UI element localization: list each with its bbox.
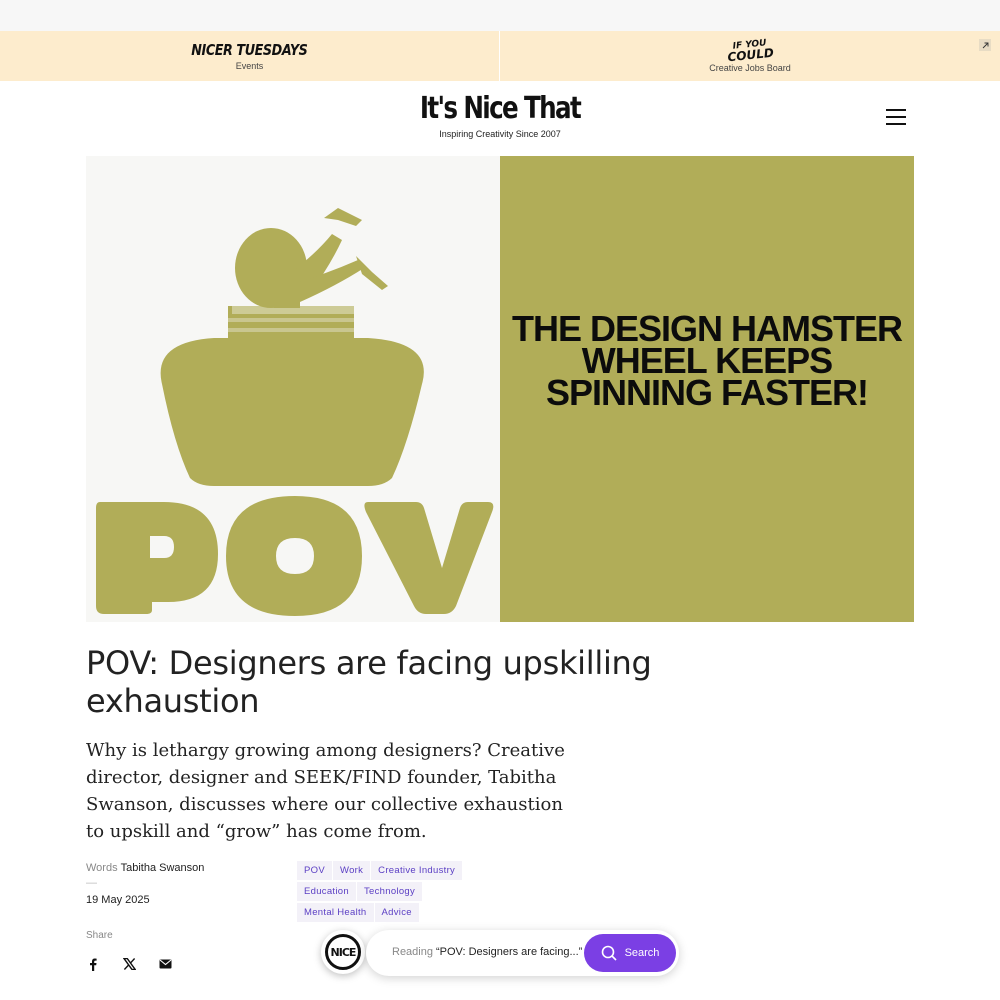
promo-bar: NICER TUESDAYS Events IF YOU COULD Creat… <box>0 31 1000 81</box>
site-header: It's Nice That Inspiring Creativity Sinc… <box>0 81 1000 156</box>
pov-illustration <box>96 208 494 616</box>
article-meta: Words Tabitha Swanson — 19 May 2025 Share <box>86 862 286 971</box>
nicer-tuesdays-logo: NICER TUESDAYS <box>191 40 308 59</box>
tag-creative-industry[interactable]: Creative Industry <box>371 861 463 880</box>
tag-education[interactable]: Education <box>297 882 356 901</box>
hamburger-menu-icon[interactable] <box>884 108 908 126</box>
x-twitter-icon[interactable] <box>122 957 136 971</box>
events-promo-link[interactable]: NICER TUESDAYS Events <box>0 31 500 81</box>
tag-technology[interactable]: Technology <box>356 882 423 901</box>
article-standfirst: Why is lethargy growing among designers?… <box>86 740 565 842</box>
publish-date: 19 May 2025 <box>86 894 150 906</box>
reading-article-title[interactable]: “POV: Designers are facing...” <box>436 946 582 958</box>
hero-quote-line: SPINNING FASTER! <box>545 372 869 413</box>
search-icon <box>601 945 617 961</box>
tag-row: Education Technology <box>297 882 497 901</box>
nice-badge-button[interactable]: NICE <box>321 930 365 974</box>
tag-row: POV Work Creative Industry <box>297 861 497 880</box>
browser-top-strip <box>0 0 1000 31</box>
site-logo[interactable]: It's Nice That <box>90 91 910 127</box>
hero-image: THE DESIGN HAMSTER WHEEL KEEPS SPINNING … <box>86 156 914 622</box>
quote-panel: THE DESIGN HAMSTER WHEEL KEEPS SPINNING … <box>500 156 914 622</box>
jobs-board-label: Creative Jobs Board <box>709 62 791 73</box>
reading-bar: Reading “POV: Designers are facing...” S… <box>366 930 679 976</box>
nice-badge-logo: NICE <box>325 934 361 970</box>
tag-row: Mental Health Advice <box>297 903 497 922</box>
site-tagline: Inspiring Creativity Since 2007 <box>439 129 561 139</box>
meta-divider: — <box>86 877 97 889</box>
share-icons <box>86 957 172 971</box>
pov-illustration-panel <box>86 156 500 622</box>
if-you-could-logo-line: COULD <box>726 45 775 64</box>
tag-pov[interactable]: POV <box>297 861 332 880</box>
arrow-up-right-icon[interactable] <box>979 39 991 51</box>
search-label: Search <box>624 947 660 959</box>
events-label: Events <box>235 60 264 71</box>
tag-work[interactable]: Work <box>332 861 371 880</box>
tag-mental-health[interactable]: Mental Health <box>297 903 374 922</box>
hero-quote: THE DESIGN HAMSTER WHEEL KEEPS SPINNING … <box>512 311 903 413</box>
reading-label: Reading <box>392 946 433 958</box>
tag-advice[interactable]: Advice <box>374 903 419 922</box>
article-title: POV: Designers are facing upskilling exh… <box>86 644 652 720</box>
words-label: Words <box>86 862 118 874</box>
facebook-icon[interactable] <box>86 957 100 971</box>
if-you-could-logo: IF YOU COULD <box>726 37 775 64</box>
article-tags: POV Work Creative Industry Education Tec… <box>297 861 497 924</box>
byline: Words Tabitha Swanson <box>86 862 286 874</box>
share-label: Share <box>86 930 113 941</box>
author-link[interactable]: Tabitha Swanson <box>121 862 205 874</box>
email-icon[interactable] <box>158 957 172 971</box>
search-button[interactable]: Search <box>584 934 676 972</box>
jobs-board-promo-link[interactable]: IF YOU COULD Creative Jobs Board <box>500 31 1000 81</box>
